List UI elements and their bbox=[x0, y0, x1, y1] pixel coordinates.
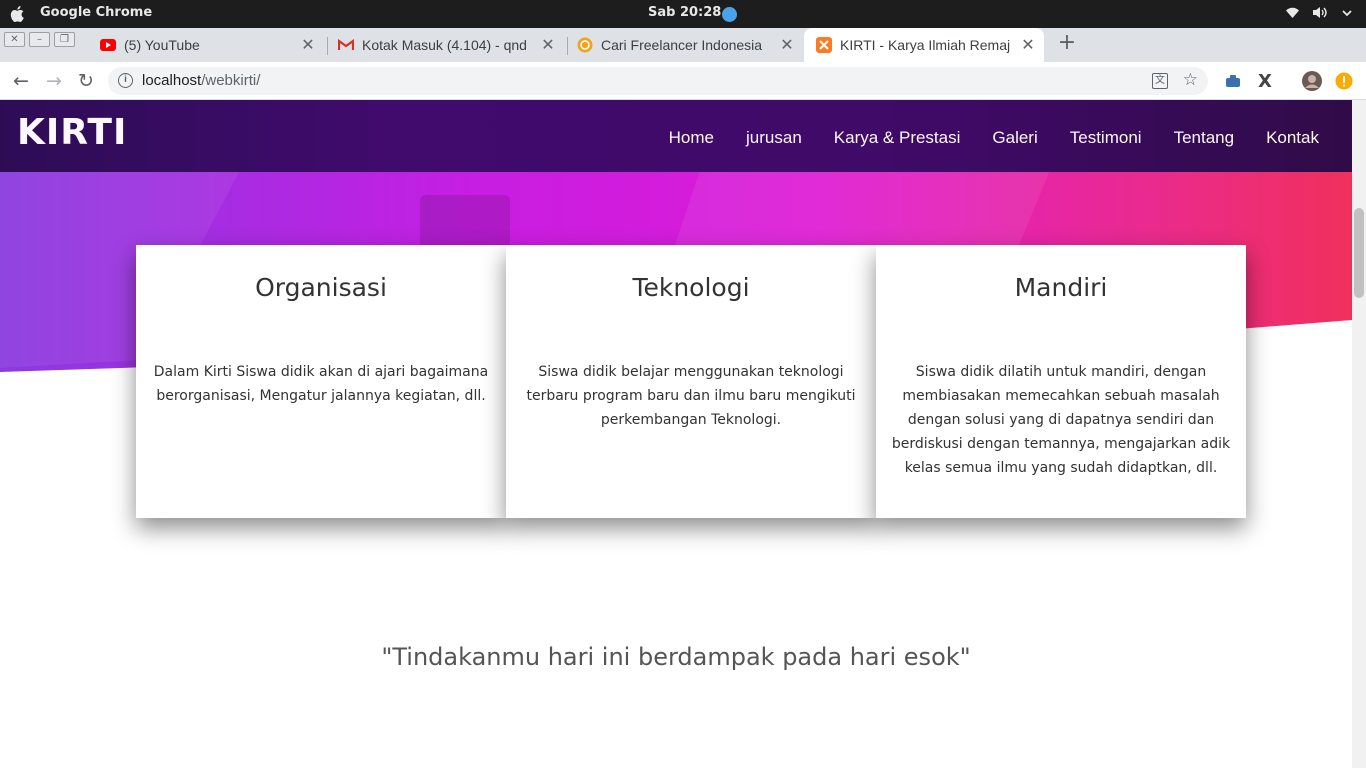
card-title: Organisasi bbox=[255, 273, 387, 302]
motto-quote: "Tindakanmu hari ini berdampak pada hari… bbox=[381, 643, 971, 671]
card-title: Mandiri bbox=[1014, 273, 1108, 302]
new-tab-icon[interactable]: + bbox=[1056, 32, 1078, 54]
web-page: KIRTI Home jurusan Karya & Prestasi Gale… bbox=[0, 100, 1352, 768]
close-tab-icon[interactable]: ✕ bbox=[300, 35, 316, 55]
close-window-icon[interactable]: ✕ bbox=[4, 32, 25, 47]
window-controls: ✕ – ❐ bbox=[4, 32, 75, 47]
os-top-bar: Google Chrome Sab 20:28 bbox=[0, 0, 1366, 28]
tab-title: Kotak Masuk (4.104) - qnd bbox=[362, 37, 527, 53]
tab-title: (5) YouTube bbox=[124, 37, 200, 53]
volume-icon[interactable] bbox=[1312, 6, 1328, 23]
active-app-name[interactable]: Google Chrome bbox=[40, 5, 152, 20]
update-alert-icon[interactable] bbox=[1334, 71, 1354, 91]
card-text: Siswa didik belajar menggunakan teknolog… bbox=[526, 364, 856, 428]
nav-link-karya-prestasi[interactable]: Karya & Prestasi bbox=[834, 128, 961, 148]
minimize-window-icon[interactable]: – bbox=[29, 32, 50, 47]
tab-freelancer[interactable]: Cari Freelancer Indonesia ✕ bbox=[569, 28, 803, 62]
feature-cards: Organisasi Dalam Kirti Siswa didik akan … bbox=[136, 245, 1246, 518]
notification-icon[interactable] bbox=[722, 7, 737, 22]
system-clock[interactable]: Sab 20:28 bbox=[648, 5, 721, 20]
x-extension-icon[interactable]: X bbox=[1255, 71, 1275, 92]
nav-link-testimoni[interactable]: Testimoni bbox=[1070, 128, 1142, 148]
gmail-icon bbox=[338, 37, 354, 53]
profile-avatar-icon[interactable] bbox=[1302, 71, 1322, 91]
site-info-icon[interactable]: i bbox=[118, 73, 133, 88]
system-tray bbox=[1285, 6, 1354, 23]
address-url[interactable]: localhost/webkirti/ bbox=[142, 72, 260, 89]
url-path: /webkirti/ bbox=[201, 72, 261, 89]
nav-link-galeri[interactable]: Galeri bbox=[992, 128, 1037, 148]
xampp-icon bbox=[816, 37, 832, 53]
nav-link-tentang[interactable]: Tentang bbox=[1174, 128, 1235, 148]
freelancer-icon bbox=[577, 37, 593, 53]
feature-card-mandiri: Mandiri Siswa didik dilatih untuk mandir… bbox=[876, 245, 1246, 518]
site-logo[interactable]: KIRTI bbox=[17, 112, 127, 153]
card-title: Teknologi bbox=[632, 273, 750, 302]
scrollbar-thumb[interactable] bbox=[1354, 208, 1364, 298]
address-bar[interactable]: i localhost/webkirti/ 文 ☆ bbox=[108, 67, 1208, 95]
nav-link-kontak[interactable]: Kontak bbox=[1266, 128, 1319, 148]
nav-link-jurusan[interactable]: jurusan bbox=[746, 128, 802, 148]
card-text: Dalam Kirti Siswa didik akan di ajari ba… bbox=[153, 364, 489, 404]
card-text: Siswa didik dilatih untuk mandiri, denga… bbox=[891, 364, 1231, 476]
power-menu-icon[interactable] bbox=[1340, 6, 1354, 23]
youtube-icon bbox=[100, 37, 116, 53]
tab-title: Cari Freelancer Indonesia bbox=[601, 37, 763, 53]
close-tab-icon[interactable]: ✕ bbox=[1020, 35, 1036, 55]
close-tab-icon[interactable]: ✕ bbox=[779, 35, 795, 55]
tab-separator bbox=[327, 37, 328, 55]
reload-icon[interactable]: ↻ bbox=[74, 69, 98, 93]
site-menu: Home jurusan Karya & Prestasi Galeri Tes… bbox=[669, 128, 1319, 148]
url-host: localhost bbox=[142, 72, 202, 89]
tab-kirti[interactable]: KIRTI - Karya Ilmiah Remaj ✕ bbox=[804, 28, 1044, 62]
forward-icon[interactable]: → bbox=[42, 69, 66, 93]
feature-card-organisasi: Organisasi Dalam Kirti Siswa didik akan … bbox=[136, 245, 506, 518]
feature-card-teknologi: Teknologi Siswa didik belajar menggunaka… bbox=[506, 245, 876, 518]
maximize-window-icon[interactable]: ❐ bbox=[54, 32, 75, 47]
browser-toolbar: ← → ↻ i localhost/webkirti/ 文 ☆ X bbox=[0, 62, 1366, 100]
extension-icon[interactable] bbox=[1223, 71, 1243, 91]
apple-icon[interactable] bbox=[10, 5, 26, 23]
nav-link-home[interactable]: Home bbox=[669, 128, 714, 148]
tab-gmail[interactable]: Kotak Masuk (4.104) - qnd ✕ bbox=[330, 28, 564, 62]
page-scrollbar[interactable] bbox=[1352, 100, 1366, 768]
translate-icon[interactable]: 文 bbox=[1152, 73, 1168, 89]
site-navbar: KIRTI Home jurusan Karya & Prestasi Gale… bbox=[0, 100, 1352, 172]
back-icon[interactable]: ← bbox=[9, 69, 33, 93]
tab-title: KIRTI - Karya Ilmiah Remaj bbox=[840, 37, 1011, 53]
tab-separator bbox=[567, 37, 568, 55]
tab-youtube[interactable]: (5) YouTube ✕ bbox=[92, 28, 324, 62]
bookmark-star-icon[interactable]: ☆ bbox=[1183, 70, 1198, 90]
wifi-icon[interactable] bbox=[1285, 6, 1300, 23]
browser-tab-strip: ✕ – ❐ (5) YouTube ✕ Kotak Masuk (4.104) … bbox=[0, 28, 1366, 62]
close-tab-icon[interactable]: ✕ bbox=[540, 35, 556, 55]
